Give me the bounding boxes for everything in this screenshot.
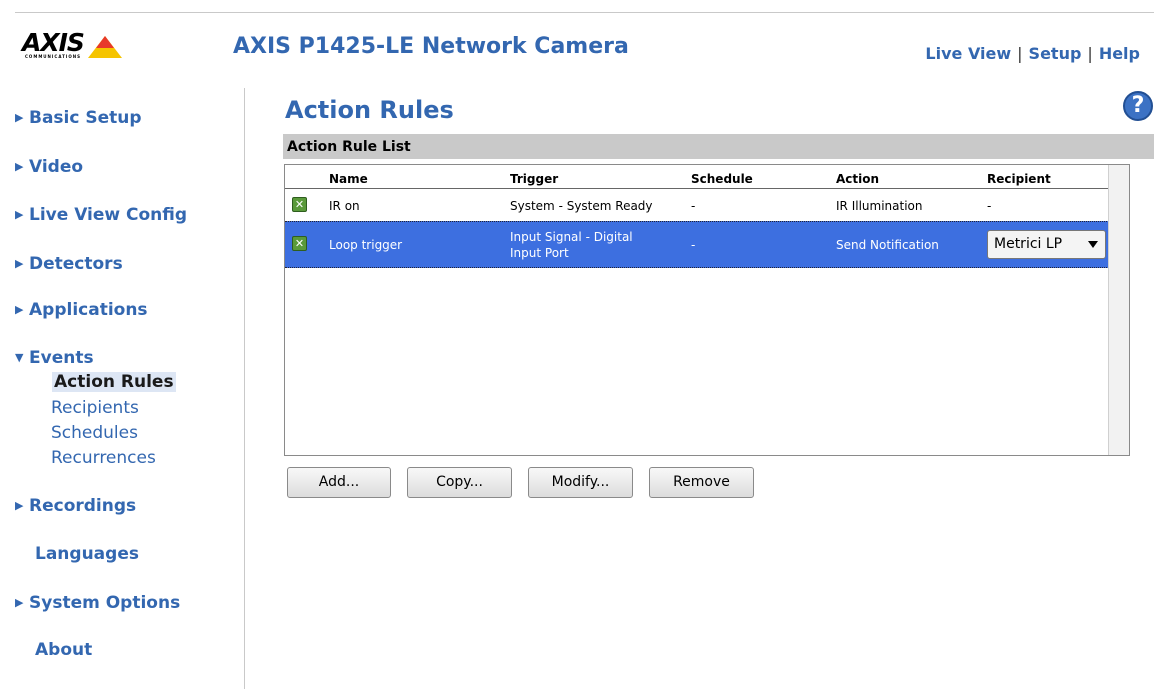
sidebar-item-label: System Options — [29, 593, 181, 613]
column-header-name: Name — [329, 172, 368, 186]
table-row-selected[interactable]: ✕ Loop trigger Input Signal - Digital In… — [285, 221, 1109, 268]
table-row[interactable]: ✕ IR on System - System Ready - IR Illum… — [285, 189, 1109, 220]
setup-link[interactable]: Setup — [1029, 44, 1082, 63]
rule-recipient: - — [987, 199, 992, 213]
rule-schedule: - — [691, 199, 696, 213]
sidebar-item-events[interactable]: ▼ Events — [15, 348, 94, 368]
column-header-recipient: Recipient — [987, 172, 1051, 186]
sidebar-item-about[interactable]: About — [15, 640, 92, 660]
rule-trigger: System - System Ready — [510, 199, 653, 213]
sidebar-item-detectors[interactable]: ▶ Detectors — [15, 254, 123, 274]
sidebar-item-video[interactable]: ▶ Video — [15, 157, 83, 177]
rule-action: IR Illumination — [836, 199, 923, 213]
action-rule-list[interactable]: Name Trigger Schedule Action Recipient ✕… — [284, 164, 1130, 456]
header-divider — [15, 12, 1154, 13]
sidebar-item-live-view-config[interactable]: ▶ Live View Config — [15, 205, 187, 225]
sidebar-item-label: Basic Setup — [29, 108, 142, 128]
rule-schedule: - — [691, 238, 696, 252]
column-header-action: Action — [836, 172, 880, 186]
sidebar-item-label: Recordings — [29, 496, 137, 516]
chevron-down-icon — [1088, 241, 1098, 248]
help-link[interactable]: Help — [1099, 44, 1140, 63]
sidebar-item-label: Events — [29, 348, 94, 368]
sidebar-item-label: Languages — [35, 544, 139, 564]
live-view-link[interactable]: Live View — [925, 44, 1011, 63]
rule-name: IR on — [329, 199, 360, 213]
sidebar-subitem-action-rules[interactable]: Action Rules — [52, 372, 176, 392]
app-title: AXIS P1425-LE Network Camera — [233, 34, 629, 59]
recipient-select-value: Metrici LP — [994, 236, 1063, 252]
sidebar-subitem-recipients[interactable]: Recipients — [51, 398, 139, 418]
sidebar-item-applications[interactable]: ▶ Applications — [15, 300, 148, 320]
sidebar-item-label: Applications — [29, 300, 148, 320]
chevron-right-icon: ▶ — [15, 111, 24, 124]
rule-name: Loop trigger — [329, 238, 403, 252]
rule-trigger-line2: Input Port — [510, 246, 569, 260]
column-header-schedule: Schedule — [691, 172, 753, 186]
section-header: Action Rule List — [283, 134, 1154, 159]
help-icon[interactable]: ? — [1123, 91, 1153, 121]
chevron-right-icon: ▶ — [15, 257, 24, 270]
sidebar-item-label: Live View Config — [29, 205, 188, 225]
chevron-right-icon: ▶ — [15, 160, 24, 173]
header: AXIS COMMUNICATIONS AXIS P1425-LE Networ… — [0, 0, 1154, 80]
sidebar: ▶ Basic Setup ▶ Video ▶ Live View Config ▶ D… — [0, 88, 245, 689]
sidebar-item-basic-setup[interactable]: ▶ Basic Setup — [15, 108, 142, 128]
add-button[interactable]: Add... — [287, 467, 391, 498]
chevron-right-icon: ▶ — [15, 596, 24, 609]
chevron-right-icon: ▶ — [15, 208, 24, 221]
enabled-checkbox-icon[interactable]: ✕ — [292, 197, 307, 212]
vertical-scrollbar[interactable] — [1108, 165, 1129, 455]
rule-trigger: Input Signal - Digital — [510, 230, 633, 244]
sidebar-item-label: Detectors — [29, 254, 123, 274]
top-nav: Live View | Setup | Help — [925, 44, 1140, 63]
remove-button[interactable]: Remove — [649, 467, 754, 498]
chevron-down-icon: ▼ — [15, 351, 24, 364]
chevron-right-icon: ▶ — [15, 303, 24, 316]
logo-text: AXIS — [22, 28, 85, 57]
axis-logo[interactable]: AXIS COMMUNICATIONS — [22, 28, 132, 66]
chevron-right-icon: ▶ — [15, 499, 24, 512]
sidebar-item-label: About — [35, 640, 93, 660]
sidebar-subitem-recurrences[interactable]: Recurrences — [51, 448, 156, 468]
enabled-checkbox-icon[interactable]: ✕ — [292, 236, 307, 251]
copy-button[interactable]: Copy... — [407, 467, 512, 498]
modify-button[interactable]: Modify... — [528, 467, 633, 498]
logo-triangle-icon — [88, 36, 122, 58]
logo-subtext: COMMUNICATIONS — [25, 54, 81, 59]
page-title: Action Rules — [285, 96, 454, 124]
sidebar-item-system-options[interactable]: ▶ System Options — [15, 593, 180, 613]
nav-separator: | — [1087, 44, 1093, 63]
sidebar-subitem-schedules[interactable]: Schedules — [51, 423, 138, 443]
column-header-trigger: Trigger — [510, 172, 559, 186]
sidebar-item-languages[interactable]: Languages — [15, 544, 139, 564]
rule-action: Send Notification — [836, 238, 939, 252]
nav-separator: | — [1017, 44, 1023, 63]
sidebar-item-recordings[interactable]: ▶ Recordings — [15, 496, 136, 516]
recipient-select[interactable]: Metrici LP — [987, 230, 1106, 259]
sidebar-item-label: Video — [29, 157, 84, 177]
